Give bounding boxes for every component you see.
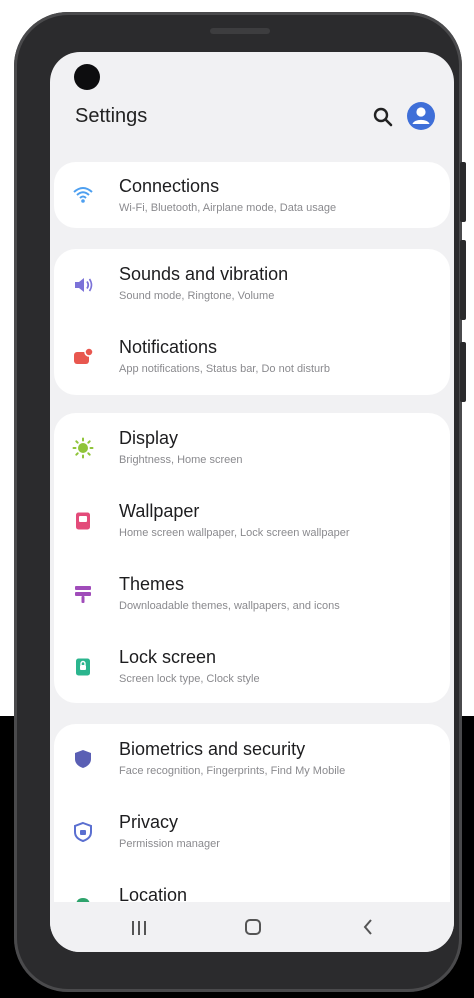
- item-subtitle: App notifications, Status bar, Do not di…: [119, 363, 330, 375]
- item-subtitle: Permission manager: [119, 838, 220, 850]
- shield-icon: [75, 750, 91, 768]
- settings-group-4: Biometrics and security Face recognition…: [54, 724, 450, 924]
- volume-down-button: [460, 240, 466, 320]
- brightness-icon: [72, 437, 94, 459]
- settings-group-3: Display Brightness, Home screen Wallpape…: [54, 413, 450, 703]
- item-subtitle: Brightness, Home screen: [119, 454, 243, 466]
- settings-group-2: Sounds and vibration Sound mode, Rington…: [54, 249, 450, 395]
- list-item-privacy[interactable]: Privacy Permission manager: [54, 797, 450, 870]
- lock-screen-icon: [76, 658, 90, 676]
- volume-icon: [75, 278, 93, 292]
- navigation-bar: [50, 902, 454, 952]
- item-title: Wallpaper: [119, 501, 200, 521]
- profile-icon[interactable]: [406, 101, 436, 131]
- wifi-icon: [73, 187, 93, 203]
- volume-up-button: [460, 162, 466, 222]
- front-camera: [74, 64, 100, 90]
- screen: Settings Connections Wi-Fi, Bluetooth, A…: [50, 52, 454, 952]
- item-subtitle: Downloadable themes, wallpapers, and ico…: [119, 600, 340, 612]
- phone-frame: Settings Connections Wi-Fi, Bluetooth, A…: [14, 12, 466, 992]
- item-title: Notifications: [119, 337, 218, 357]
- item-title: Lock screen: [119, 647, 217, 667]
- list-item-notifications[interactable]: Notifications App notifications, Status …: [54, 322, 450, 395]
- home-icon[interactable]: [244, 918, 262, 936]
- wallpaper-icon: [76, 512, 90, 530]
- item-title: Privacy: [119, 812, 179, 832]
- item-title: Themes: [119, 574, 185, 594]
- themes-icon: [75, 586, 91, 603]
- settings-group-1: Connections Wi-Fi, Bluetooth, Airplane m…: [54, 162, 450, 228]
- back-icon[interactable]: [360, 917, 376, 937]
- search-icon[interactable]: [372, 106, 394, 128]
- item-subtitle: Wi-Fi, Bluetooth, Airplane mode, Data us…: [119, 202, 337, 214]
- item-title: Sounds and vibration: [119, 264, 289, 284]
- item-subtitle: Screen lock type, Clock style: [119, 673, 260, 685]
- list-item-biometrics[interactable]: Biometrics and security Face recognition…: [54, 724, 450, 797]
- item-title: Display: [119, 428, 179, 448]
- list-item-sounds[interactable]: Sounds and vibration Sound mode, Rington…: [54, 249, 450, 322]
- list-item-connections[interactable]: Connections Wi-Fi, Bluetooth, Airplane m…: [54, 162, 450, 228]
- list-item-lock-screen[interactable]: Lock screen Screen lock type, Clock styl…: [54, 632, 450, 703]
- privacy-icon: [74, 821, 92, 843]
- item-title: Biometrics and security: [119, 739, 306, 759]
- earpiece: [210, 28, 270, 34]
- recents-icon[interactable]: [130, 920, 148, 936]
- list-item-display[interactable]: Display Brightness, Home screen: [54, 413, 450, 486]
- item-title: Connections: [119, 176, 220, 196]
- list-item-wallpaper[interactable]: Wallpaper Home screen wallpaper, Lock sc…: [54, 486, 450, 559]
- page-title: Settings: [75, 105, 148, 127]
- item-subtitle: Sound mode, Ringtone, Volume: [119, 290, 275, 302]
- list-item-themes[interactable]: Themes Downloadable themes, wallpapers, …: [54, 559, 450, 632]
- item-subtitle: Face recognition, Fingerprints, Find My …: [119, 765, 346, 777]
- notification-icon: [74, 347, 94, 364]
- power-button: [460, 342, 466, 402]
- item-subtitle: Home screen wallpaper, Lock screen wallp…: [119, 527, 350, 539]
